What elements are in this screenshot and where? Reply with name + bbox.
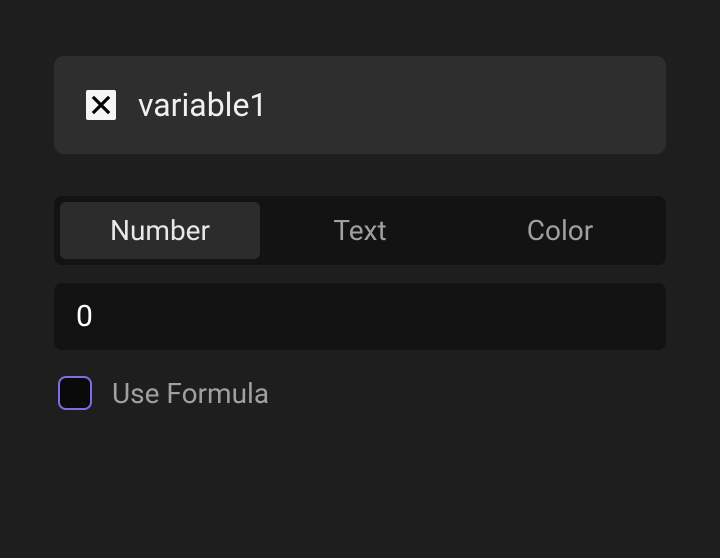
formula-row: Use Formula [54, 376, 666, 410]
variable-x-icon [86, 90, 116, 120]
variable-name-text[interactable]: variable1 [138, 86, 267, 124]
variable-name-card: variable1 [54, 56, 666, 154]
tab-text[interactable]: Text [260, 202, 460, 259]
tab-number[interactable]: Number [60, 202, 260, 259]
use-formula-label: Use Formula [112, 377, 269, 410]
variable-value-input[interactable] [54, 283, 666, 350]
tab-color[interactable]: Color [460, 202, 660, 259]
type-tabs: Number Text Color [54, 196, 666, 265]
use-formula-checkbox[interactable] [58, 376, 92, 410]
